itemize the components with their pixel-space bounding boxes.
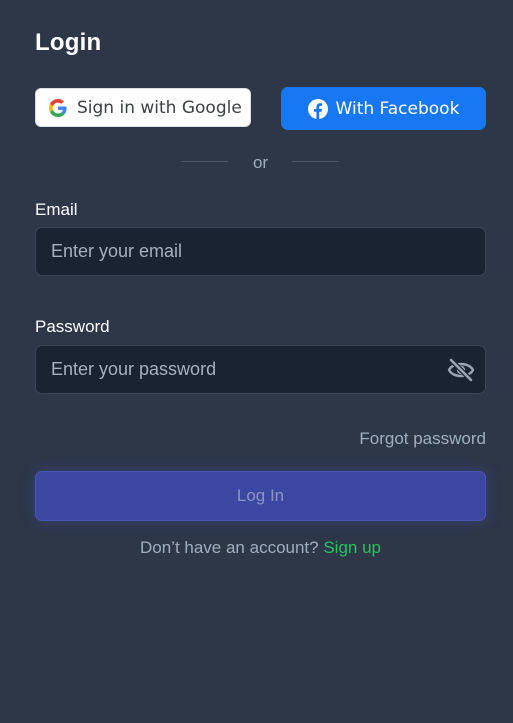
page-title: Login <box>35 29 102 56</box>
password-input[interactable] <box>51 346 431 393</box>
eye-off-icon[interactable] <box>447 357 475 383</box>
email-label: Email <box>35 200 78 219</box>
email-input[interactable] <box>51 228 431 275</box>
signup-link[interactable]: Sign up <box>323 538 381 557</box>
facebook-icon <box>307 98 328 119</box>
social-login-row: Sign in with Google With Facebook <box>35 87 486 130</box>
signup-prompt-text: Don’t have an account? <box>139 538 319 557</box>
password-label: Password <box>35 317 110 336</box>
divider-text: or <box>252 153 269 172</box>
facebook-sign-in-button[interactable]: With Facebook <box>281 87 486 130</box>
divider-line-right <box>292 161 339 162</box>
email-field-wrapper <box>35 227 486 276</box>
login-button-label: Log In <box>236 486 285 505</box>
or-divider: or <box>35 152 486 172</box>
signup-prompt: Don’t have an account? Sign up <box>35 538 486 558</box>
google-sign-in-button[interactable]: Sign in with Google <box>35 88 251 127</box>
password-field-wrapper <box>35 345 486 394</box>
google-icon <box>49 98 67 117</box>
google-button-label: Sign in with Google <box>77 97 242 118</box>
forgot-password-link[interactable]: Forgot password <box>359 429 486 449</box>
login-button[interactable]: Log In <box>35 471 486 521</box>
facebook-button-label: With Facebook <box>335 98 460 119</box>
